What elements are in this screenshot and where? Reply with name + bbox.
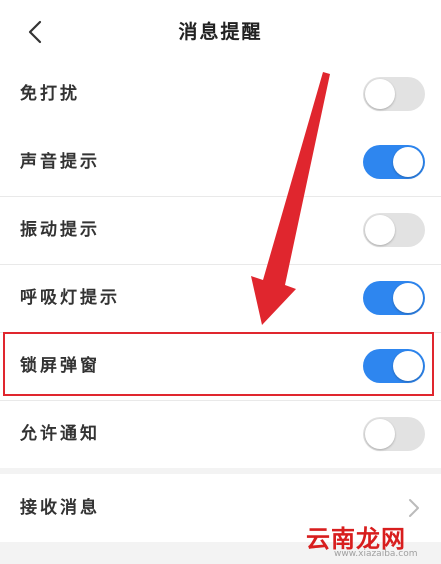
row-label: 声音提示 (20, 152, 100, 172)
do-not-disturb-toggle[interactable] (363, 77, 425, 111)
row-label: 呼吸灯提示 (20, 288, 120, 308)
settings-row-breathing-light[interactable]: 呼吸灯提示 (0, 264, 441, 332)
breathing-light-toggle[interactable] (363, 281, 425, 315)
settings-row-allow-notifications[interactable]: 允许通知 (0, 400, 441, 468)
row-label: 接收消息 (20, 498, 100, 518)
allow-notifications-toggle[interactable] (363, 417, 425, 451)
settings-row-lockscreen-popup[interactable]: 锁屏弹窗 (0, 332, 441, 400)
row-label: 振动提示 (20, 220, 100, 240)
toggle-knob (365, 215, 395, 245)
vibration-toggle[interactable] (363, 213, 425, 247)
row-label: 允许通知 (20, 424, 100, 444)
header-bar: 消息提醒 (0, 0, 441, 64)
toggle-knob (365, 419, 395, 449)
settings-row-sound[interactable]: 声音提示 (0, 128, 441, 196)
row-label: 锁屏弹窗 (20, 356, 100, 376)
lockscreen-popup-toggle[interactable] (363, 349, 425, 383)
settings-row-do-not-disturb[interactable]: 免打扰 (0, 60, 441, 128)
watermark-subtext: www.xiazaiba.com (334, 549, 418, 559)
row-label: 免打扰 (20, 84, 80, 104)
toggle-knob (393, 351, 423, 381)
settings-row-vibration[interactable]: 振动提示 (0, 196, 441, 264)
page-title: 消息提醒 (178, 21, 263, 43)
settings-group-dnd: 免打扰 (0, 60, 441, 128)
settings-group-alerts: 声音提示 振动提示 呼吸灯提示 锁屏弹窗 允许通知 (0, 128, 441, 468)
toggle-knob (393, 283, 423, 313)
toggle-knob (365, 79, 395, 109)
toggle-knob (393, 147, 423, 177)
watermark: 云南龙网 www.xiazaiba.com (300, 515, 440, 561)
sound-toggle[interactable] (363, 145, 425, 179)
